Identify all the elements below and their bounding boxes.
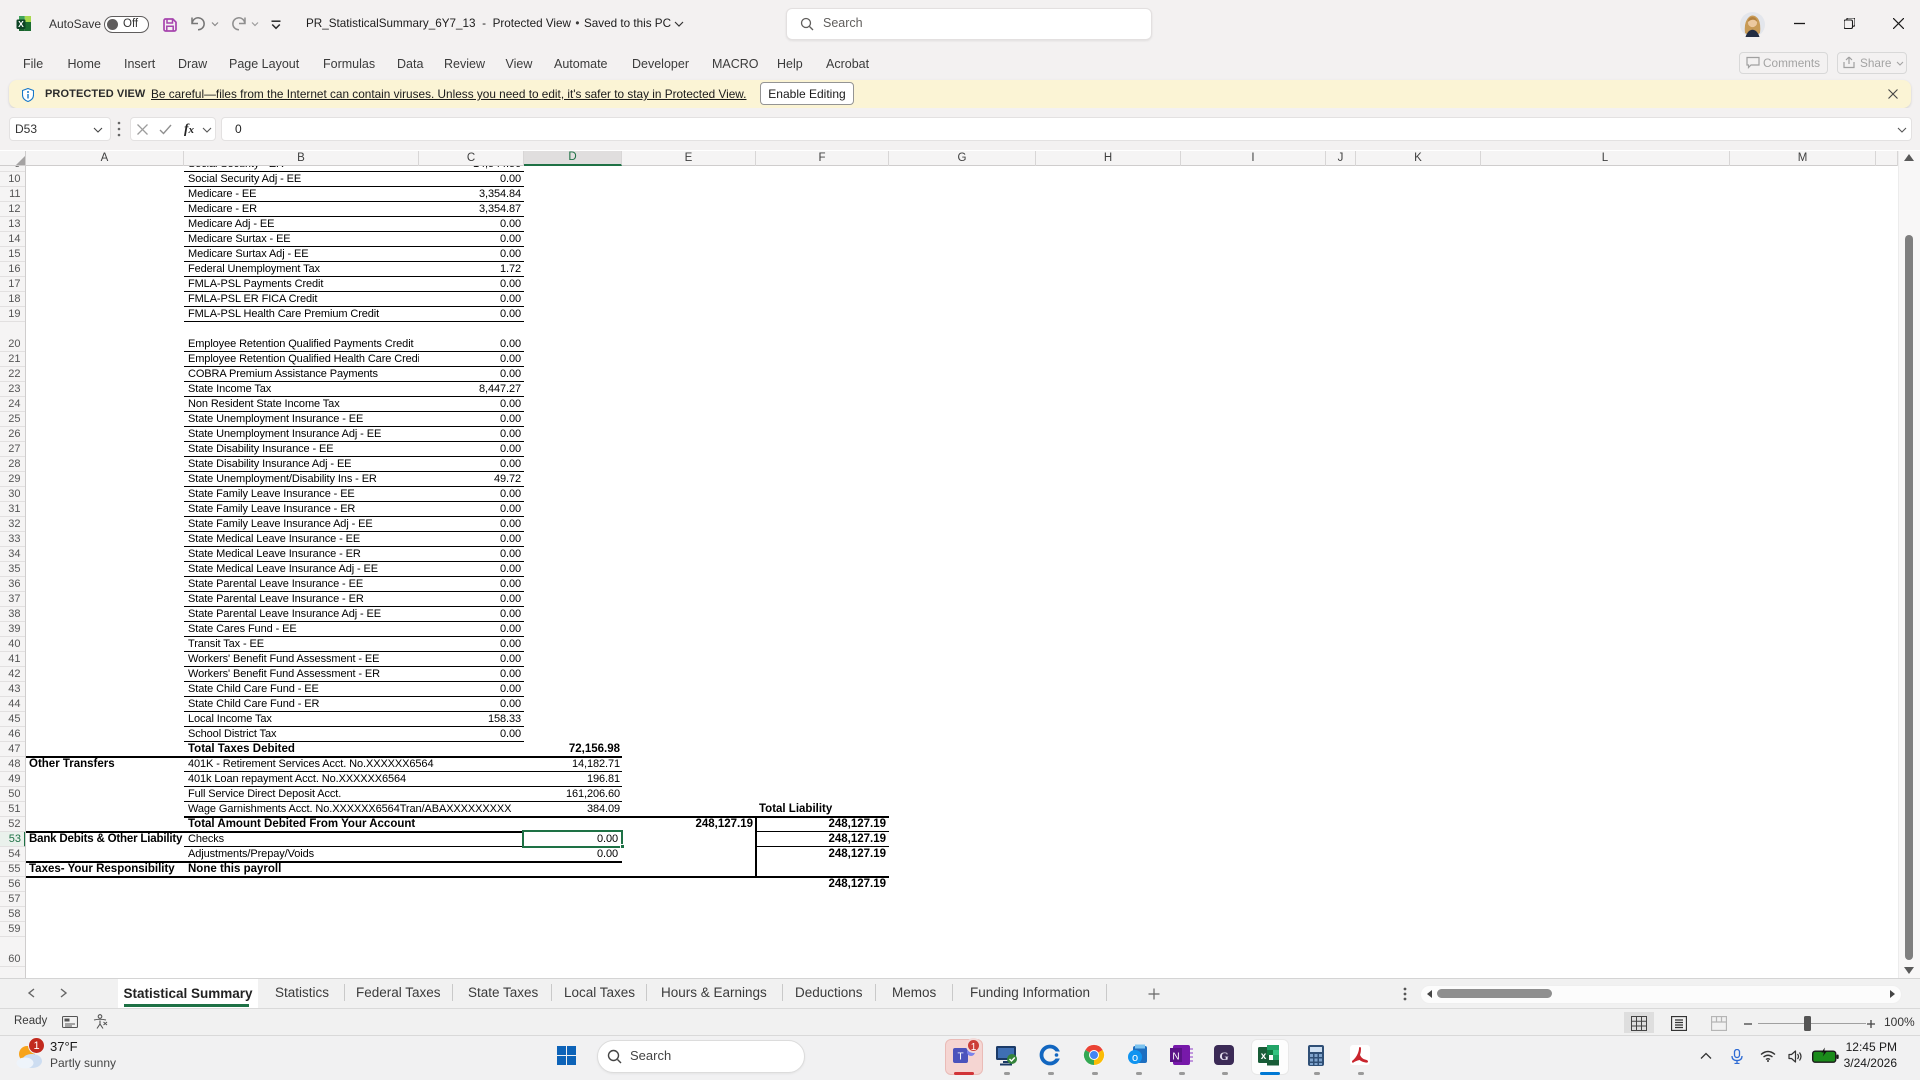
svg-text:N: N: [1172, 1052, 1179, 1063]
svg-text:T: T: [957, 1052, 963, 1063]
svg-text:x: x: [1261, 1051, 1267, 1062]
svg-text:G: G: [1219, 1049, 1228, 1063]
svg-text:X: X: [18, 19, 24, 29]
svg-text:o: o: [1132, 1052, 1138, 1064]
